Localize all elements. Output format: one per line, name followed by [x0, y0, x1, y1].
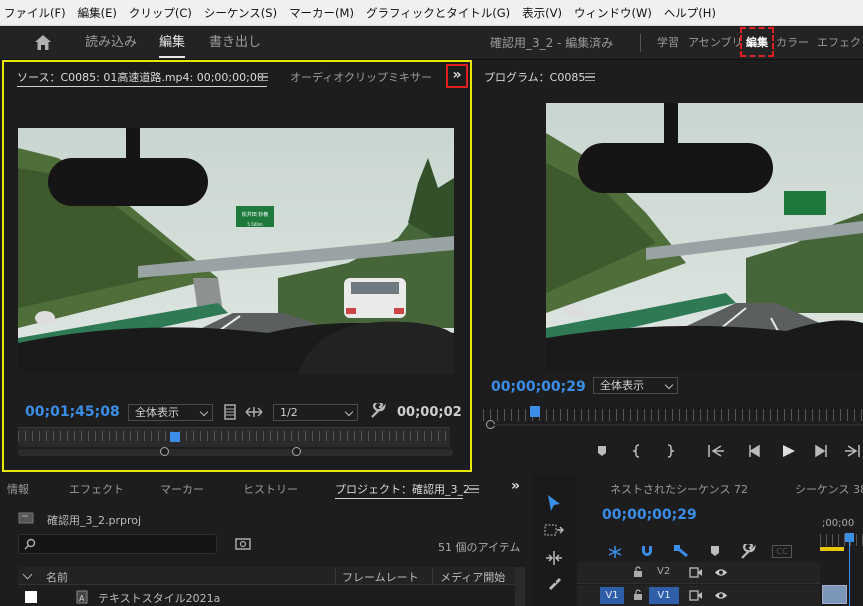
track-label-v2[interactable]: V2	[657, 566, 670, 577]
lock-icon[interactable]	[633, 589, 643, 601]
program-zoom-value: 全体表示	[600, 379, 644, 392]
column-divider	[335, 567, 336, 585]
sync-lock-icon[interactable]	[689, 567, 703, 578]
eye-icon[interactable]	[714, 567, 728, 578]
chevron-down-icon	[664, 380, 674, 390]
highlight-editing-workspace	[740, 27, 774, 57]
ripple-edit-tool-icon[interactable]	[544, 550, 564, 566]
program-video-frame	[546, 103, 863, 373]
find-bin-icon[interactable]	[235, 537, 251, 551]
track-label-v1[interactable]: V1	[649, 587, 679, 604]
razor-tool-icon[interactable]	[546, 575, 562, 591]
project-search-input[interactable]	[18, 534, 217, 554]
workspace-tab-export[interactable]: 書き出し	[209, 26, 261, 60]
track-header-v2: V2	[577, 562, 820, 584]
add-marker-icon[interactable]	[710, 545, 720, 557]
timeline-tab-nested[interactable]: ネストされたシーケンス 72	[610, 481, 748, 497]
column-name[interactable]: 名前	[46, 569, 68, 585]
project-column-header: 名前 フレームレート メディア開始	[18, 567, 515, 585]
graphic-item-icon: A	[76, 590, 88, 604]
linked-selection-icon[interactable]	[673, 544, 689, 558]
timeline-timecode[interactable]: 00;00;00;29	[602, 507, 697, 523]
search-icon	[24, 538, 36, 550]
tools-panel	[531, 474, 575, 606]
project-panel: 情報 エフェクト マーカー ヒストリー プロジェクト：確認用_3_2 » 確認用…	[0, 474, 529, 606]
program-monitor: プログラム：C0085 00;00;00;29 全体表示	[478, 61, 863, 471]
sync-lock-icon[interactable]	[689, 590, 703, 601]
eye-icon[interactable]	[714, 590, 728, 601]
timeline-clip[interactable]	[822, 585, 847, 604]
list-item[interactable]: A テキストスタイル2021a	[18, 587, 515, 606]
column-framerate[interactable]: フレームレート	[342, 569, 419, 585]
highlight-source-panel	[2, 60, 472, 472]
nest-icon[interactable]	[607, 545, 623, 559]
program-zoom-select[interactable]: 全体表示	[593, 377, 678, 394]
lock-icon[interactable]	[633, 566, 643, 578]
divider	[640, 34, 641, 52]
menu-bar: ファイル(F) 編集(E) クリップ(C) シーケンス(S) マーカー(M) グ…	[0, 0, 863, 26]
work-area-bar[interactable]	[820, 547, 844, 551]
timeline-settings-wrench-icon[interactable]	[740, 544, 756, 560]
snap-magnet-icon[interactable]	[640, 544, 654, 558]
project-file-icon	[18, 512, 34, 524]
home-icon[interactable]	[34, 34, 52, 51]
markers-tab[interactable]: マーカー	[160, 481, 204, 497]
workspace-tab-import[interactable]: 読み込み	[85, 26, 137, 60]
workspace-learn[interactable]: 学習	[657, 26, 679, 60]
track-header-v1: V1 V1	[577, 585, 820, 606]
program-timecode[interactable]: 00;00;00;29	[491, 379, 586, 395]
menu-view[interactable]: 表示(V)	[522, 5, 562, 21]
workspace-color[interactable]: カラー	[776, 26, 809, 60]
project-filename: 確認用_3_2.prproj	[47, 514, 142, 527]
program-tab[interactable]: プログラム：C0085	[484, 69, 585, 85]
workspace-effects[interactable]: エフェクト	[817, 26, 863, 60]
timeline-playhead-line	[849, 541, 850, 606]
timeline-panel: ネストされたシーケンス 72 シーケンス 38 00;00;00;29 ;00;…	[577, 474, 863, 606]
track-select-tool-icon[interactable]	[544, 523, 564, 537]
menu-marker[interactable]: マーカー(M)	[289, 5, 354, 21]
program-playhead[interactable]	[530, 406, 540, 417]
label-color-swatch[interactable]	[25, 591, 37, 603]
project-panel-menu-icon[interactable]	[469, 485, 479, 493]
history-tab[interactable]: ヒストリー	[243, 481, 298, 497]
svg-text:A: A	[79, 594, 85, 603]
timeline-ruler[interactable]	[820, 534, 863, 546]
menu-clip[interactable]: クリップ(C)	[129, 5, 192, 21]
sort-chevron-icon[interactable]	[22, 569, 33, 580]
selection-tool-icon[interactable]	[547, 494, 561, 512]
project-title: 確認用_3_2 - 編集済み	[490, 36, 614, 50]
menu-file[interactable]: ファイル(F)	[4, 5, 66, 21]
menu-edit[interactable]: 編集(E)	[78, 5, 117, 21]
info-tab[interactable]: 情報	[7, 481, 29, 497]
captions-icon[interactable]: CC	[772, 545, 792, 558]
program-ruler[interactable]	[483, 409, 863, 421]
menu-sequence[interactable]: シーケンス(S)	[204, 5, 277, 21]
source-patch-v1[interactable]: V1	[600, 587, 624, 604]
project-overflow-button[interactable]: »	[511, 478, 520, 494]
timeline-tab-sequence[interactable]: シーケンス 38	[795, 481, 863, 497]
timeline-ruler-label: ;00;00	[822, 518, 855, 529]
column-media-start[interactable]: メディア開始	[440, 569, 505, 585]
list-item-name: テキストスタイル2021a	[98, 592, 221, 605]
project-scrollbar[interactable]	[515, 567, 525, 606]
program-scrollbar[interactable]	[494, 424, 863, 426]
workspace-assembly[interactable]: アセンブリ	[688, 26, 742, 60]
project-tab[interactable]: プロジェクト：確認用_3_2	[335, 481, 470, 497]
menu-help[interactable]: ヘルプ(H)	[664, 5, 716, 21]
menu-graphics[interactable]: グラフィックとタイトル(G)	[366, 5, 510, 21]
item-count: 51 個のアイテム	[438, 541, 521, 554]
menu-window[interactable]: ウィンドウ(W)	[574, 5, 652, 21]
program-panel-menu-icon[interactable]	[585, 73, 595, 81]
workspace-bar: 読み込み 編集 書き出し 確認用_3_2 - 編集済み 学習 アセンブリ 編集 …	[0, 26, 863, 60]
tab-underline	[335, 498, 463, 499]
column-divider	[432, 567, 433, 585]
effects-tab[interactable]: エフェクト	[69, 481, 124, 497]
workspace-tab-edit[interactable]: 編集	[159, 26, 186, 60]
program-transport-controls	[598, 444, 860, 458]
